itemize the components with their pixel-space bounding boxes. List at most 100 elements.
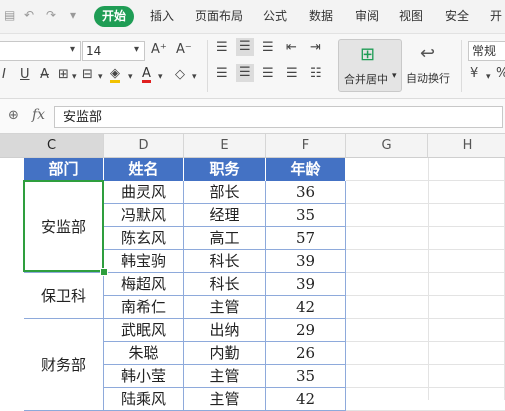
table-cell-name[interactable]: 武眠风 [104,319,184,342]
column-header-e[interactable]: E [184,134,266,158]
table-cell-age[interactable]: 29 [266,319,346,342]
strikethrough-icon[interactable]: A̶ [40,67,49,83]
dept-cell[interactable]: 财务部 [24,319,104,411]
table-cell-name[interactable]: 韩小莹 [104,365,184,388]
column-header-c[interactable]: C [0,134,104,158]
redo-icon[interactable]: ↷ [46,8,56,22]
table-cell-position[interactable]: 科长 [184,250,266,273]
font-shrink-icon[interactable]: A⁻ [176,42,192,58]
tab-page-layout[interactable]: 页面布局 [195,7,243,24]
ribbon-toolbar: ▾ 14 ▾ A⁺ A⁻ I U A̶ ⊞ ▾ ⊟ ▾ ◈ ▾ A ▾ ◇ ▾ … [0,34,505,99]
gridline [346,318,505,319]
wrap-text-button[interactable]: ↩ 自动换行 [404,39,456,90]
dept-cell[interactable]: 保卫科 [24,273,104,319]
fill-handle[interactable] [100,268,108,276]
zoom-search-icon[interactable]: ⊕ [8,108,19,123]
percent-icon[interactable]: % [496,66,505,82]
font-color-icon[interactable]: A [142,66,151,83]
clear-format-dropdown-icon[interactable]: ▾ [192,69,197,85]
table-cell-position[interactable]: 内勤 [184,342,266,365]
font-name-select[interactable] [0,41,81,61]
column-header-f[interactable]: F [266,134,346,158]
border-dropdown-icon[interactable]: ▾ [72,69,77,85]
font-size-dropdown-icon[interactable]: ▾ [134,42,139,58]
gridline [346,364,505,365]
table-cell-position[interactable]: 主管 [184,296,266,319]
tab-view[interactable]: 视图 [399,7,423,24]
cell-style-dropdown-icon[interactable]: ▾ [98,69,103,85]
table-cell-age[interactable]: 57 [266,227,346,250]
table-header-age[interactable]: 年龄 [266,158,346,181]
fill-color-icon[interactable]: ◈ [110,66,120,83]
table-cell-position[interactable]: 出纳 [184,319,266,342]
cell-style-icon[interactable]: ⊟ [82,67,93,83]
table-cell-age[interactable]: 39 [266,273,346,296]
align-center-icon[interactable]: ☰ [236,64,254,82]
tab-review[interactable]: 审阅 [355,7,379,24]
fill-color-dropdown-icon[interactable]: ▾ [128,69,133,85]
font-color-dropdown-icon[interactable]: ▾ [158,69,163,85]
table-cell-name[interactable]: 梅超风 [104,273,184,296]
gridline [346,203,505,204]
align-bottom-icon[interactable]: ☰ [262,40,274,56]
table-cell-position[interactable]: 部长 [184,181,266,204]
table-cell-age[interactable]: 35 [266,365,346,388]
table-cell-age[interactable]: 42 [266,296,346,319]
table-header-dept[interactable]: 部门 [24,158,104,181]
indent-increase-icon[interactable]: ⇥ [310,40,321,56]
merge-center-dropdown-icon[interactable]: ▾ [392,71,397,81]
font-grow-icon[interactable]: A⁺ [151,42,167,58]
align-middle-icon[interactable]: ☰ [236,38,254,56]
tab-formulas[interactable]: 公式 [263,7,287,24]
currency-dropdown-icon[interactable]: ▾ [486,69,491,85]
table-cell-name[interactable]: 曲灵风 [104,181,184,204]
column-header-g[interactable]: G [346,134,428,158]
table-cell-name[interactable]: 韩宝驹 [104,250,184,273]
formula-input[interactable]: 安监部 [54,106,503,128]
gridline [346,249,505,250]
quick-access-dropdown-icon[interactable]: ▾ [70,8,76,22]
wrap-text-icon: ↩ [420,43,436,64]
table-cell-position[interactable]: 高工 [184,227,266,250]
tab-home[interactable]: 开始 [94,6,135,27]
border-icon[interactable]: ⊞ [58,67,69,83]
tab-insert[interactable]: 插入 [150,7,174,24]
number-format-select[interactable]: 常规 [468,41,505,61]
table-cell-name[interactable]: 陈玄风 [104,227,184,250]
currency-format-icon[interactable]: ¥ [470,66,478,82]
table-cell-age[interactable]: 39 [266,250,346,273]
align-right-icon[interactable]: ☰ [262,66,274,82]
italic-icon[interactable]: I [2,67,6,83]
merge-center-icon: ⊞ [360,44,376,65]
tab-developer[interactable]: 开 [490,7,502,24]
align-left-icon[interactable]: ☰ [216,66,228,82]
column-header-d[interactable]: D [104,134,184,158]
table-header-name[interactable]: 姓名 [104,158,184,181]
indent-decrease-icon[interactable]: ⇤ [286,40,297,56]
table-cell-name[interactable]: 朱聪 [104,342,184,365]
distributed-align-icon[interactable]: ☷ [310,66,322,82]
table-cell-age[interactable]: 35 [266,204,346,227]
table-cell-position[interactable]: 科长 [184,273,266,296]
tab-data[interactable]: 数据 [309,7,333,24]
merge-center-button[interactable]: ⊞ 合并居中 ▾ [338,39,402,92]
table-cell-name[interactable]: 南希仁 [104,296,184,319]
undo-icon[interactable]: ↶ [24,8,34,22]
save-icon[interactable]: ▤ [4,8,15,22]
table-header-position[interactable]: 职务 [184,158,266,181]
table-cell-position[interactable]: 经理 [184,204,266,227]
align-top-icon[interactable]: ☰ [216,40,228,56]
underline-icon[interactable]: U [20,67,30,83]
gridline [346,387,505,388]
table-cell-age[interactable]: 26 [266,342,346,365]
tab-security[interactable]: 安全 [445,7,469,24]
clear-format-icon[interactable]: ◇ [175,67,185,83]
justify-icon[interactable]: ☰ [286,66,298,82]
table-cell-position[interactable]: 主管 [184,365,266,388]
fx-icon[interactable]: fx [32,107,45,123]
gridline [346,272,505,273]
column-header-h[interactable]: H [428,134,505,158]
font-name-dropdown-icon[interactable]: ▾ [70,42,75,58]
table-cell-age[interactable]: 36 [266,181,346,204]
table-cell-name[interactable]: 冯默风 [104,204,184,227]
